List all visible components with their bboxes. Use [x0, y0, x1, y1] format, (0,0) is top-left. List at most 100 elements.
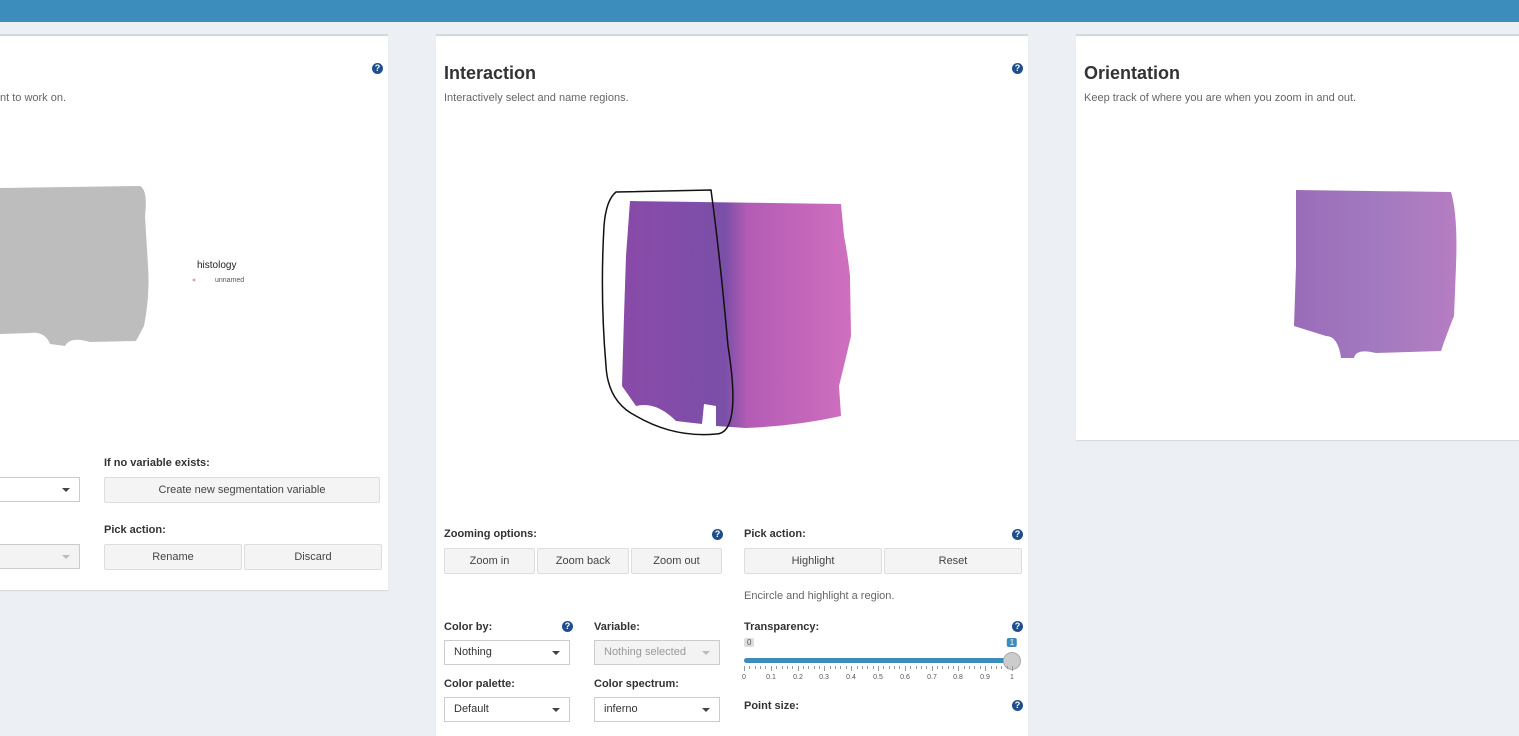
top-navbar — [0, 0, 1519, 22]
slider-tick — [846, 666, 847, 669]
color-spectrum-label: Color spectrum: — [594, 678, 679, 690]
slider-tick — [980, 666, 981, 669]
slider-tick — [792, 666, 793, 669]
point-size-label: Point size: — [744, 700, 800, 712]
slider-tick — [873, 666, 874, 669]
slider-tick — [942, 666, 943, 669]
slider-tick — [824, 666, 825, 671]
slider-value-badge: 1 — [1006, 638, 1018, 647]
slider-tick — [921, 666, 922, 669]
interaction-plot[interactable] — [596, 176, 866, 446]
slider-tick — [1001, 666, 1002, 669]
slider-tick-label: 1 — [1010, 674, 1014, 681]
slider-tick — [937, 666, 938, 669]
tissue-section — [1294, 190, 1457, 358]
variable-value: Nothing selected — [604, 646, 686, 658]
help-icon[interactable]: ? — [1012, 529, 1023, 540]
tissue-section-gray — [0, 186, 149, 346]
segmentation-panel: ? nt to work on. histology unnamed If no… — [0, 34, 388, 590]
help-icon[interactable]: ? — [1012, 63, 1023, 74]
slider-tick-label: 0 — [742, 674, 746, 681]
slider-tick — [878, 666, 879, 671]
color-palette-value: Default — [454, 703, 489, 715]
help-icon[interactable]: ? — [712, 529, 723, 540]
rename-button[interactable]: Rename — [104, 544, 242, 570]
zoom-back-button[interactable]: Zoom back — [537, 548, 629, 574]
legend-title: histology — [197, 260, 237, 271]
chevron-down-icon — [62, 555, 70, 559]
slider-tick — [894, 666, 895, 669]
slider-tick — [974, 666, 975, 669]
chevron-down-icon — [62, 488, 70, 492]
panel-subtitle: nt to work on. — [0, 92, 67, 104]
panel-subtitle: Keep track of where you are when you zoo… — [1084, 92, 1357, 104]
legend-item-label: unnamed — [215, 277, 245, 284]
chevron-down-icon — [552, 708, 560, 712]
slider-tick — [996, 666, 997, 669]
slider-tick — [969, 666, 970, 669]
slider-tick — [755, 666, 756, 669]
help-icon[interactable]: ? — [372, 63, 383, 74]
slider-min-label: 0 — [744, 638, 755, 647]
slider-tick — [1012, 666, 1013, 671]
slider-tick-label: 0.2 — [793, 674, 803, 681]
transparency-slider[interactable]: 0 1 0 0.1 0.2 0.3 0.4 0.5 0.6 0.7 0.8 0.9 1 — [742, 636, 1022, 688]
help-icon[interactable]: ? — [1012, 621, 1023, 632]
orientation-panel: Orientation Keep track of where you are … — [1076, 34, 1519, 440]
slider-tick — [744, 666, 745, 671]
color-spectrum-select[interactable]: inferno — [594, 697, 720, 722]
slider-tick-label: 0.9 — [980, 674, 990, 681]
segment-select[interactable] — [0, 544, 80, 569]
zoom-out-button[interactable]: Zoom out — [631, 548, 722, 574]
chevron-down-icon — [552, 651, 560, 655]
transparency-label: Transparency: — [744, 621, 820, 633]
slider-tick-label: 0.6 — [900, 674, 910, 681]
slider-tick — [862, 666, 863, 669]
slider-tick — [857, 666, 858, 669]
slider-tick — [749, 666, 750, 669]
slider-tick — [958, 666, 959, 671]
slider-tick — [835, 666, 836, 669]
color-spectrum-value: inferno — [604, 703, 638, 715]
slider-tick — [765, 666, 766, 669]
slider-tick-label: 0.7 — [927, 674, 937, 681]
slider-tick — [787, 666, 788, 669]
slider-tick — [1007, 666, 1008, 669]
slider-tick — [916, 666, 917, 669]
if-no-variable-label: If no variable exists: — [104, 457, 210, 469]
color-palette-select[interactable]: Default — [444, 697, 570, 722]
slider-fill — [744, 658, 1012, 663]
discard-button[interactable]: Discard — [244, 544, 382, 570]
slider-tick — [867, 666, 868, 669]
slider-tick — [926, 666, 927, 669]
slider-tick — [910, 666, 911, 669]
help-icon[interactable]: ? — [1012, 700, 1023, 711]
chevron-down-icon — [702, 708, 710, 712]
reset-button[interactable]: Reset — [884, 548, 1022, 574]
zooming-options-label: Zooming options: — [444, 528, 537, 540]
segmentation-plot[interactable] — [0, 176, 260, 366]
slider-tick-label: 0.4 — [846, 674, 856, 681]
slider-tick — [798, 666, 799, 671]
page-title: Interaction — [444, 63, 537, 83]
slider-tick — [776, 666, 777, 669]
pick-action-label: Pick action: — [104, 524, 166, 536]
slider-tick — [932, 666, 933, 671]
variable-select[interactable]: Nothing selected — [594, 640, 720, 665]
help-icon[interactable]: ? — [562, 621, 573, 632]
chevron-down-icon — [702, 651, 710, 655]
slider-tick — [985, 666, 986, 671]
tissue-section — [622, 201, 851, 428]
slider-tick-label: 0.1 — [766, 674, 776, 681]
variable-label: Variable: — [594, 621, 640, 633]
highlight-button[interactable]: Highlight — [744, 548, 882, 574]
segmentation-variable-select[interactable] — [0, 477, 80, 502]
slider-tick-label: 0.8 — [953, 674, 963, 681]
slider-tick-label: 0.5 — [873, 674, 883, 681]
color-by-label: Color by: — [444, 621, 493, 633]
slider-tick — [808, 666, 809, 669]
create-segmentation-variable-button[interactable]: Create new segmentation variable — [104, 477, 380, 503]
color-by-select[interactable]: Nothing — [444, 640, 570, 665]
zoom-in-button[interactable]: Zoom in — [444, 548, 535, 574]
color-palette-label: Color palette: — [444, 678, 515, 690]
